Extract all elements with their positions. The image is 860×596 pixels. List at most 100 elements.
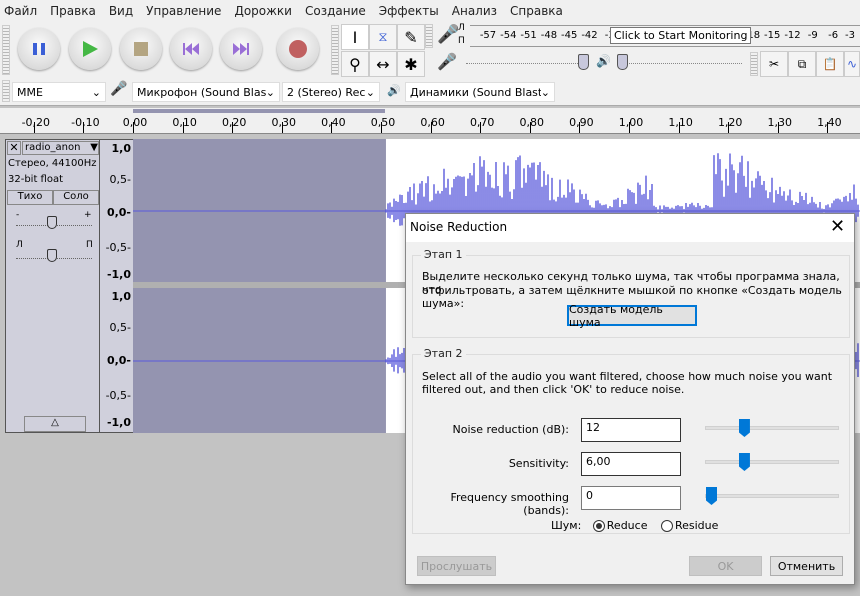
timeline-ruler[interactable]: -0,20 -0,10 0,00 0,10 0,20 0,30 0,40 0,50 0,60 0,… [0, 108, 860, 134]
record-button[interactable] [277, 28, 319, 70]
chevron-down-icon: ⌄ [365, 85, 375, 99]
speaker-icon: 🔊 [596, 54, 611, 68]
monitor-tooltip: Click to Start Monitoring [610, 27, 752, 44]
menu-tracks[interactable]: Дорожки [234, 4, 292, 18]
meter-tick-label: -9 [807, 30, 818, 41]
ruler-tick [381, 122, 382, 133]
noise-reduction-input[interactable]: 12 [581, 418, 681, 442]
close-track-button[interactable]: ✕ [7, 141, 21, 155]
copy-button[interactable]: ⧉ [788, 51, 816, 77]
toolbar-grip[interactable] [750, 52, 758, 76]
noise-reduction-slider[interactable] [705, 419, 839, 437]
audio-host-select[interactable]: MME ⌄ [12, 82, 106, 102]
solo-button[interactable]: Соло [53, 190, 99, 205]
collapse-track-button[interactable]: △ [24, 416, 86, 432]
channels-value: 2 (Stereo) Reco [287, 85, 366, 99]
track-format: Стерео, 44100Hz [8, 158, 97, 169]
menu-generate[interactable]: Создание [305, 4, 366, 18]
multi-tool[interactable]: ✱ [397, 51, 425, 77]
menu-effects[interactable]: Эффекты [379, 4, 439, 18]
mute-button[interactable]: Тихо [7, 190, 53, 205]
pan-thumb[interactable] [47, 249, 57, 262]
amplitude-label: -0,5- [105, 389, 131, 402]
playback-volume-thumb[interactable] [617, 54, 628, 70]
gain-thumb[interactable] [47, 216, 57, 229]
ruler-tick-label: 0,40 [321, 116, 346, 129]
slider-thumb[interactable] [738, 419, 750, 437]
frequency-smoothing-slider[interactable] [705, 487, 839, 505]
recording-device-value: Микрофон (Sound Blaster: [137, 85, 266, 99]
selection-tool[interactable]: I [341, 24, 369, 50]
menu-edit[interactable]: Правка [50, 4, 96, 18]
toolbar-grip[interactable] [425, 24, 433, 48]
sensitivity-slider[interactable] [705, 453, 839, 471]
noise-mode-label: Шум: [551, 519, 582, 532]
paste-button[interactable]: 📋 [816, 51, 844, 77]
draw-tool[interactable]: ✎ [397, 24, 425, 50]
stop-button[interactable] [120, 28, 162, 70]
recording-device-select[interactable]: Микрофон (Sound Blaster:⌄ [132, 82, 280, 102]
chevron-down-icon: ⌄ [265, 85, 275, 99]
meter-tick-label: -51 [520, 30, 537, 41]
record-volume-slider[interactable] [466, 52, 586, 64]
ruler-tick-label: 1,20 [717, 116, 743, 129]
dialog-titlebar: Noise Reduction ✕ [406, 214, 854, 242]
noise-reduction-dialog: Noise Reduction ✕ Этап 1 Выделите нескол… [405, 213, 855, 585]
playback-volume-slider[interactable] [622, 52, 742, 64]
frequency-smoothing-input[interactable]: 0 [581, 486, 681, 510]
mic-icon: 🎤 [437, 52, 457, 71]
playback-device-select[interactable]: Динамики (Sound Blaster)⌄ [405, 82, 555, 102]
get-noise-profile-button[interactable]: Создать модель шума [567, 303, 697, 329]
chevron-down-icon: ⌄ [91, 85, 101, 99]
pan-left-label: Л [16, 240, 23, 250]
skip-start-button[interactable] [170, 28, 212, 70]
track-name-menu[interactable]: radio_anon ▼ [22, 141, 99, 155]
ruler-tick-label: 0,90 [569, 116, 594, 129]
toolbar-grip[interactable] [331, 25, 339, 75]
step1-group: Этап 1 Выделите несколько секунд только … [412, 248, 850, 338]
pause-icon [33, 43, 45, 55]
meter-tick-label: -3 [845, 30, 855, 41]
envelope-tool[interactable]: ⧖ [369, 24, 397, 50]
toolbar-grip[interactable] [2, 25, 10, 75]
stop-icon [134, 42, 148, 56]
amplitude-label: 0,0- [106, 354, 131, 367]
trim-button[interactable]: ✂ [760, 51, 788, 77]
time-shift-tool[interactable]: ↔ [369, 51, 397, 77]
toolbar-grip[interactable] [2, 80, 10, 102]
dropdown-arrow-icon: ▼ [90, 142, 98, 153]
pan-right-label: П [86, 240, 93, 250]
channels-select[interactable]: 2 (Stereo) Reco ⌄ [282, 82, 380, 102]
gain-plus-label: + [84, 210, 92, 220]
meter-tick-label: -54 [500, 30, 517, 41]
toolbar-area: I ⧖ ✎ ⚲ ↔ ✱ 🎤 Л П -57-54-51-48-45-42-321… [0, 22, 860, 106]
pause-button[interactable] [18, 28, 60, 70]
ruler-tick [827, 122, 829, 133]
reduce-radio[interactable]: Reduce [592, 519, 647, 532]
menu-bar: Файл Правка Вид Управление Дорожки Созда… [0, 0, 860, 22]
track-control-panel: ✕ radio_anon ▼ Стерео, 44100Hz 32-bit flo… [5, 139, 100, 433]
menu-view[interactable]: Вид [109, 4, 133, 18]
play-button[interactable] [69, 28, 111, 70]
ruler-tick-label: 0,80 [519, 116, 545, 129]
cancel-button[interactable]: Отменить [770, 556, 843, 576]
ok-button[interactable]: OK [689, 556, 762, 576]
record-volume-thumb[interactable] [578, 54, 589, 70]
menu-analyze[interactable]: Анализ [452, 4, 497, 18]
gain-minus-label: - [16, 210, 20, 220]
ruler-tick [232, 122, 234, 133]
zoom-tool[interactable]: ⚲ [341, 51, 369, 77]
slider-thumb[interactable] [706, 487, 717, 505]
menu-help[interactable]: Справка [510, 4, 563, 18]
silence-button[interactable]: ∿ [844, 51, 860, 77]
skip-end-icon [233, 43, 249, 55]
slider-thumb[interactable] [738, 453, 750, 471]
sensitivity-input[interactable]: 6,00 [581, 452, 681, 476]
skip-end-button[interactable] [220, 28, 262, 70]
menu-transport[interactable]: Управление [146, 4, 221, 18]
record-meter-mic-icon[interactable]: 🎤 [437, 24, 459, 45]
menu-file[interactable]: Файл [4, 4, 37, 18]
preview-button[interactable]: Прослушать [417, 556, 496, 576]
residue-radio[interactable]: Residue [660, 519, 718, 532]
close-icon[interactable]: ✕ [830, 216, 845, 237]
